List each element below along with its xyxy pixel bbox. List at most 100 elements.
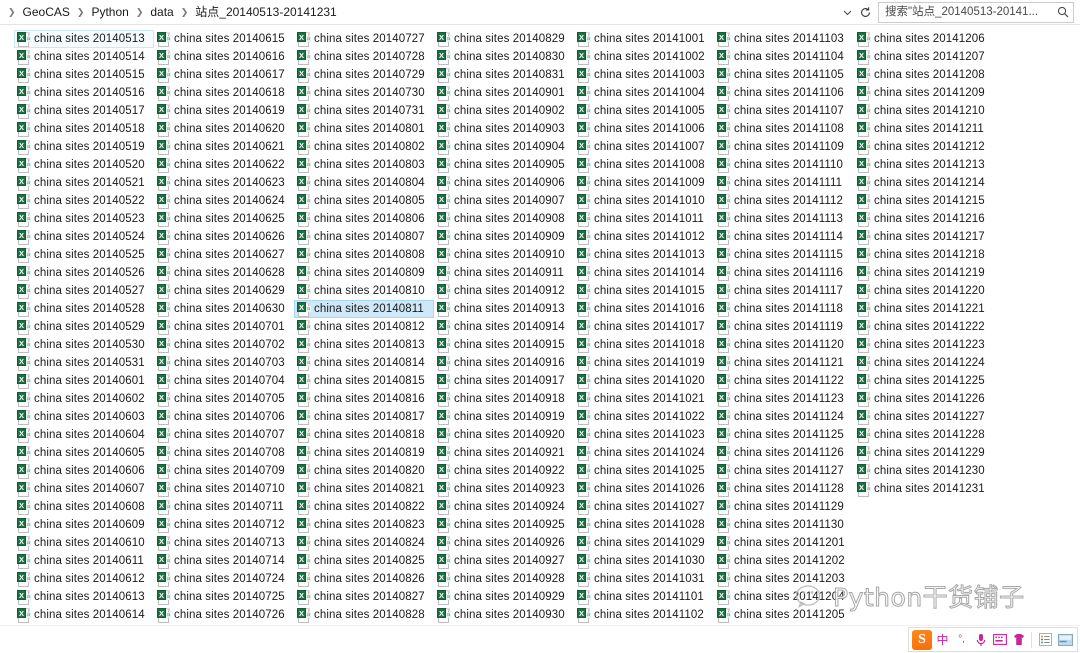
file-item[interactable]: Xa china sites 20141029: [574, 534, 714, 552]
file-item[interactable]: Xa china sites 20141117: [714, 282, 854, 300]
file-item[interactable]: Xa china sites 20140701: [154, 318, 294, 336]
file-item[interactable]: Xa china sites 20140906: [434, 174, 574, 192]
file-item[interactable]: Xa china sites 20140817: [294, 408, 434, 426]
file-item[interactable]: Xa china sites 20140805: [294, 192, 434, 210]
file-item[interactable]: Xa china sites 20141202: [714, 552, 854, 570]
file-item[interactable]: Xa china sites 20141021: [574, 390, 714, 408]
file-item[interactable]: Xa china sites 20141023: [574, 426, 714, 444]
file-item[interactable]: Xa china sites 20141213: [854, 156, 994, 174]
file-item[interactable]: Xa china sites 20141217: [854, 228, 994, 246]
file-item[interactable]: Xa china sites 20140928: [434, 570, 574, 588]
file-item[interactable]: Xa china sites 20140608: [14, 498, 154, 516]
breadcrumb-item-python[interactable]: Python: [87, 2, 132, 22]
ime-menu-icon[interactable]: [1036, 630, 1054, 650]
file-item[interactable]: Xa china sites 20140922: [434, 462, 574, 480]
file-item[interactable]: Xa china sites 20141210: [854, 102, 994, 120]
file-item[interactable]: Xa china sites 20140709: [154, 462, 294, 480]
ime-panel-icon[interactable]: [1056, 630, 1074, 650]
file-item[interactable]: Xa china sites 20141031: [574, 570, 714, 588]
file-item[interactable]: Xa china sites 20141229: [854, 444, 994, 462]
file-item[interactable]: Xa china sites 20141122: [714, 372, 854, 390]
file-item[interactable]: Xa china sites 20140707: [154, 426, 294, 444]
file-item[interactable]: Xa china sites 20141112: [714, 192, 854, 210]
file-item[interactable]: Xa china sites 20140528: [14, 300, 154, 318]
file-item[interactable]: Xa china sites 20141130: [714, 516, 854, 534]
file-item[interactable]: Xa china sites 20141019: [574, 354, 714, 372]
file-item[interactable]: Xa china sites 20141201: [714, 534, 854, 552]
file-item[interactable]: Xa china sites 20140619: [154, 102, 294, 120]
file-item[interactable]: Xa china sites 20140920: [434, 426, 574, 444]
file-item[interactable]: Xa china sites 20141011: [574, 210, 714, 228]
file-item[interactable]: Xa china sites 20141024: [574, 444, 714, 462]
file-item[interactable]: Xa china sites 20140726: [154, 606, 294, 624]
file-item[interactable]: Xa china sites 20141120: [714, 336, 854, 354]
file-item[interactable]: Xa china sites 20140517: [14, 102, 154, 120]
file-item[interactable]: Xa china sites 20140612: [14, 570, 154, 588]
file-item[interactable]: Xa china sites 20140827: [294, 588, 434, 606]
file-item[interactable]: Xa china sites 20141005: [574, 102, 714, 120]
file-item[interactable]: Xa china sites 20141115: [714, 246, 854, 264]
file-item[interactable]: Xa china sites 20140930: [434, 606, 574, 624]
file-item[interactable]: Xa china sites 20141025: [574, 462, 714, 480]
file-item[interactable]: Xa china sites 20141110: [714, 156, 854, 174]
file-item[interactable]: Xa china sites 20140724: [154, 570, 294, 588]
file-item[interactable]: Xa china sites 20141119: [714, 318, 854, 336]
voice-input-icon[interactable]: [972, 630, 989, 650]
file-item[interactable]: Xa china sites 20141104: [714, 48, 854, 66]
soft-keyboard-icon[interactable]: [991, 630, 1008, 650]
file-item[interactable]: Xa china sites 20141206: [854, 30, 994, 48]
file-item[interactable]: Xa china sites 20141211: [854, 120, 994, 138]
file-item[interactable]: Xa china sites 20140821: [294, 480, 434, 498]
file-item[interactable]: Xa china sites 20140927: [434, 552, 574, 570]
file-item[interactable]: Xa china sites 20140801: [294, 120, 434, 138]
file-item[interactable]: Xa china sites 20140524: [14, 228, 154, 246]
file-item[interactable]: Xa china sites 20141008: [574, 156, 714, 174]
file-item[interactable]: Xa china sites 20141227: [854, 408, 994, 426]
file-item[interactable]: Xa china sites 20140628: [154, 264, 294, 282]
file-item[interactable]: Xa china sites 20140912: [434, 282, 574, 300]
file-item[interactable]: Xa china sites 20140703: [154, 354, 294, 372]
file-item[interactable]: Xa china sites 20140603: [14, 408, 154, 426]
file-item[interactable]: Xa china sites 20140814: [294, 354, 434, 372]
file-item[interactable]: Xa china sites 20140609: [14, 516, 154, 534]
file-item[interactable]: Xa china sites 20141109: [714, 138, 854, 156]
file-item[interactable]: Xa china sites 20140622: [154, 156, 294, 174]
file-item[interactable]: Xa china sites 20141212: [854, 138, 994, 156]
file-item[interactable]: Xa china sites 20141018: [574, 336, 714, 354]
file-item[interactable]: Xa china sites 20141215: [854, 192, 994, 210]
file-item[interactable]: Xa china sites 20140914: [434, 318, 574, 336]
file-item[interactable]: Xa china sites 20140812: [294, 318, 434, 336]
file-item[interactable]: Xa china sites 20140901: [434, 84, 574, 102]
file-item[interactable]: Xa china sites 20141020: [574, 372, 714, 390]
file-item[interactable]: Xa china sites 20140708: [154, 444, 294, 462]
file-item[interactable]: Xa china sites 20140519: [14, 138, 154, 156]
skin-toolbox-icon[interactable]: [1010, 630, 1027, 650]
file-item[interactable]: Xa china sites 20140924: [434, 498, 574, 516]
file-item[interactable]: Xa china sites 20140627: [154, 246, 294, 264]
file-item[interactable]: Xa china sites 20141218: [854, 246, 994, 264]
file-item[interactable]: Xa china sites 20141116: [714, 264, 854, 282]
file-item[interactable]: Xa china sites 20140531: [14, 354, 154, 372]
file-item[interactable]: Xa china sites 20140618: [154, 84, 294, 102]
file-item[interactable]: Xa china sites 20141026: [574, 480, 714, 498]
file-item[interactable]: Xa china sites 20140728: [294, 48, 434, 66]
file-item[interactable]: Xa china sites 20140909: [434, 228, 574, 246]
file-item[interactable]: Xa china sites 20141128: [714, 480, 854, 498]
file-item[interactable]: Xa china sites 20141124: [714, 408, 854, 426]
file-item[interactable]: Xa china sites 20140811: [294, 300, 434, 318]
file-item[interactable]: Xa china sites 20140714: [154, 552, 294, 570]
file-item[interactable]: Xa china sites 20140902: [434, 102, 574, 120]
breadcrumb-item-folder[interactable]: 站点_20140513-20141231: [191, 2, 340, 22]
file-item[interactable]: Xa china sites 20140908: [434, 210, 574, 228]
file-item[interactable]: Xa china sites 20140919: [434, 408, 574, 426]
sogou-logo-icon[interactable]: S: [912, 629, 932, 650]
file-item[interactable]: Xa china sites 20140921: [434, 444, 574, 462]
punctuation-mode-icon[interactable]: °,: [953, 630, 970, 650]
file-item[interactable]: Xa china sites 20141216: [854, 210, 994, 228]
file-item[interactable]: Xa china sites 20140809: [294, 264, 434, 282]
file-item[interactable]: Xa china sites 20141224: [854, 354, 994, 372]
file-item[interactable]: Xa china sites 20140826: [294, 570, 434, 588]
file-item[interactable]: Xa china sites 20140731: [294, 102, 434, 120]
file-item[interactable]: Xa china sites 20140514: [14, 48, 154, 66]
input-mode-chinese-icon[interactable]: 中: [934, 630, 951, 650]
